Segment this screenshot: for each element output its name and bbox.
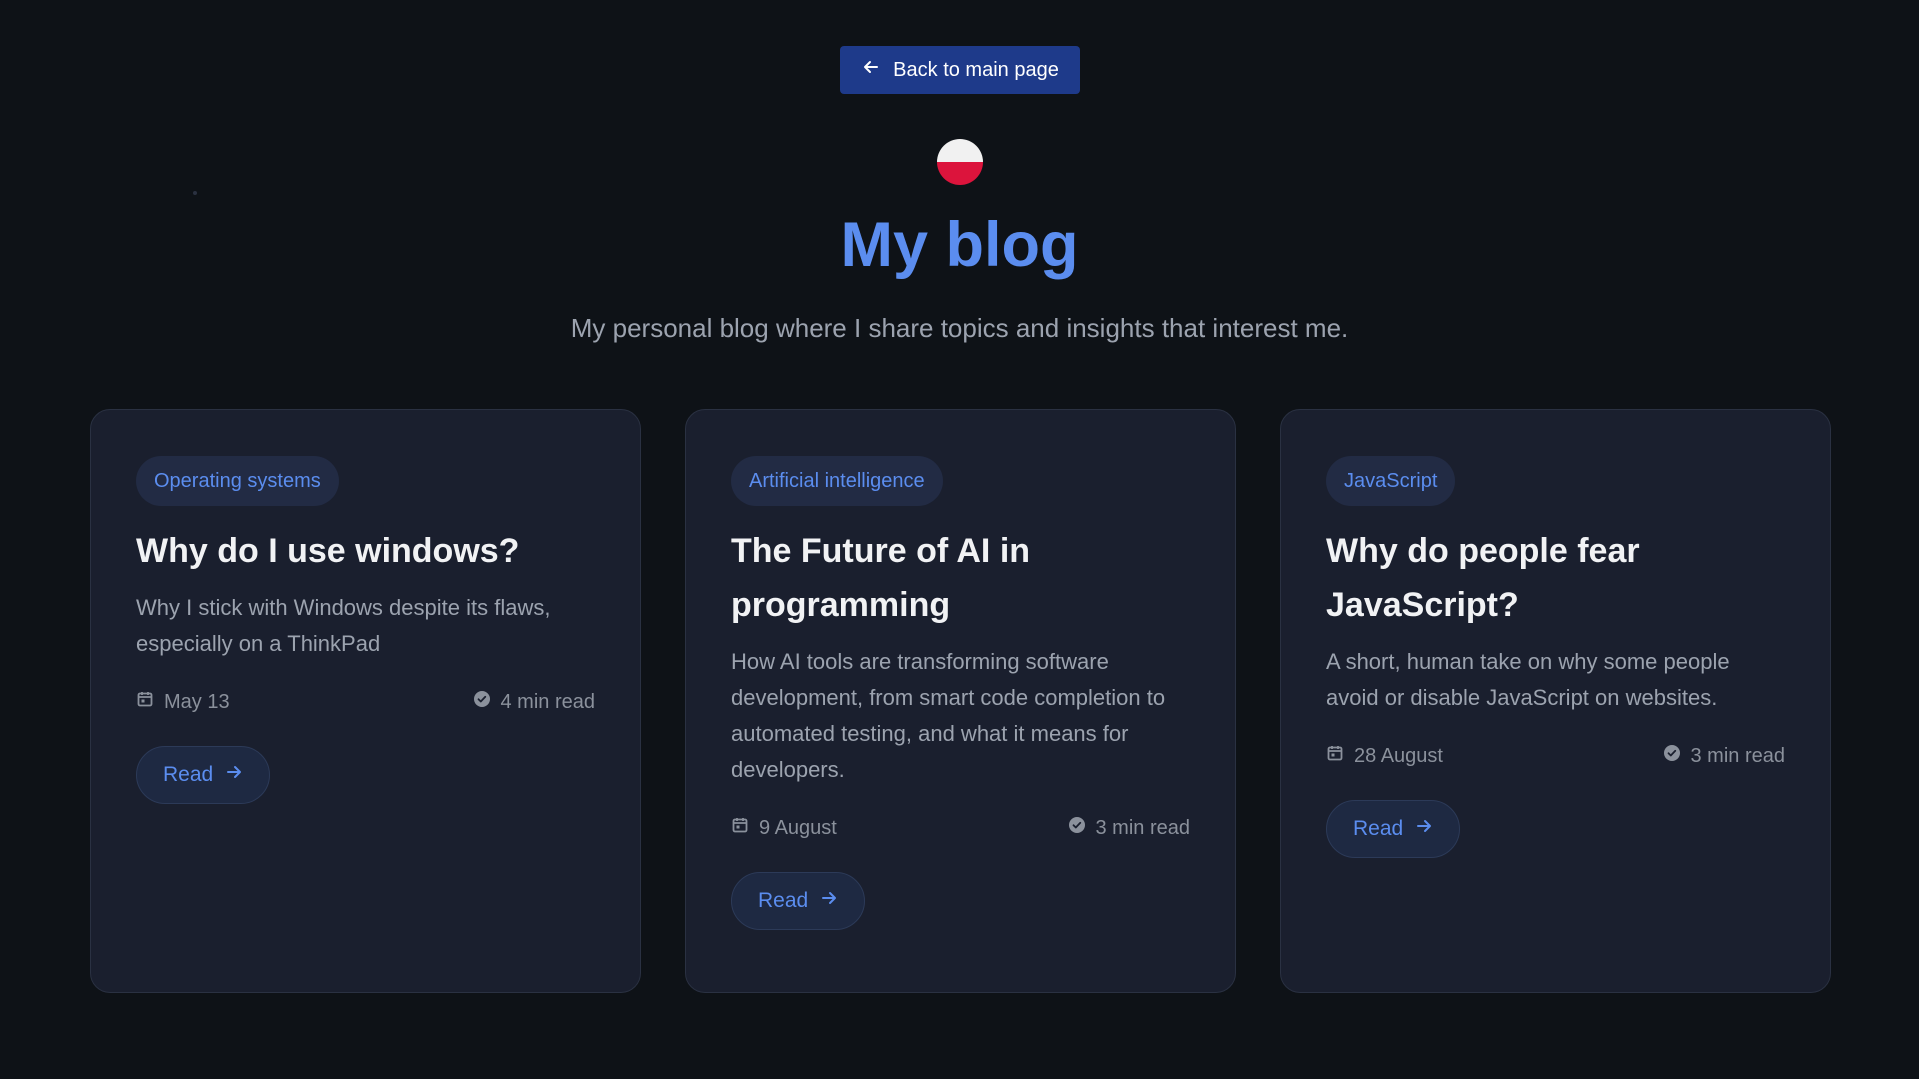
post-title: The Future of AI in programming: [731, 532, 1031, 624]
decorative-dot: [193, 191, 197, 195]
blog-page: Back to main page My blog My personal bl…: [0, 0, 1919, 1079]
post-card: Operating systems Why do I use windows? …: [90, 409, 641, 993]
post-title: Why do people fear JavaScript?: [1326, 532, 1640, 624]
read-button-label: Read: [1353, 817, 1404, 840]
arrow-right-icon: [820, 889, 838, 913]
back-to-main-button[interactable]: Back to main page: [840, 46, 1080, 94]
post-date-group: 9 August: [731, 816, 837, 840]
post-date: 9 August: [759, 816, 837, 839]
check-circle-icon: [1663, 744, 1681, 768]
polish-flag-icon[interactable]: [937, 139, 983, 185]
post-read-time: 3 min read: [1690, 744, 1786, 767]
post-tag[interactable]: Operating systems: [136, 456, 339, 506]
calendar-icon: [731, 816, 749, 840]
arrow-right-icon: [1415, 817, 1433, 841]
post-read-time: 4 min read: [500, 690, 596, 713]
post-tag[interactable]: JavaScript: [1326, 456, 1456, 506]
post-date: 28 August: [1354, 744, 1443, 767]
back-button-label: Back to main page: [893, 58, 1059, 81]
page-subtitle: My personal blog where I share topics an…: [570, 313, 1349, 343]
post-card: JavaScript Why do people fear JavaScript…: [1280, 409, 1831, 993]
calendar-icon: [136, 690, 154, 714]
post-card: Artificial intelligence The Future of AI…: [685, 409, 1236, 993]
arrow-left-icon: [861, 57, 881, 83]
read-button-label: Read: [163, 763, 214, 786]
post-date-group: May 13: [136, 690, 230, 714]
post-read-time-group: 3 min read: [1663, 744, 1786, 768]
post-description: How AI tools are transforming software d…: [731, 649, 1166, 782]
check-circle-icon: [473, 690, 491, 714]
post-read-time: 3 min read: [1095, 816, 1191, 839]
post-description: A short, human take on why some people a…: [1326, 649, 1730, 710]
check-circle-icon: [1068, 816, 1086, 840]
post-meta: 9 August 3 min read: [731, 814, 1190, 842]
read-button[interactable]: Read: [731, 872, 866, 930]
post-meta: May 13 4 min read: [136, 688, 595, 716]
read-button[interactable]: Read: [136, 746, 271, 804]
post-read-time-group: 3 min read: [1068, 816, 1191, 840]
read-button[interactable]: Read: [1326, 800, 1461, 858]
post-description: Why I stick with Windows despite its fla…: [136, 595, 551, 656]
post-title: Why do I use windows?: [136, 532, 520, 570]
read-button-label: Read: [758, 889, 809, 912]
post-meta: 28 August 3 min read: [1326, 742, 1785, 770]
arrow-right-icon: [225, 763, 243, 787]
post-tag[interactable]: Artificial intelligence: [731, 456, 943, 506]
page-title: My blog: [840, 210, 1079, 280]
calendar-icon: [1326, 744, 1344, 768]
post-date-group: 28 August: [1326, 744, 1443, 768]
post-date: May 13: [164, 690, 230, 713]
post-read-time-group: 4 min read: [473, 690, 596, 714]
